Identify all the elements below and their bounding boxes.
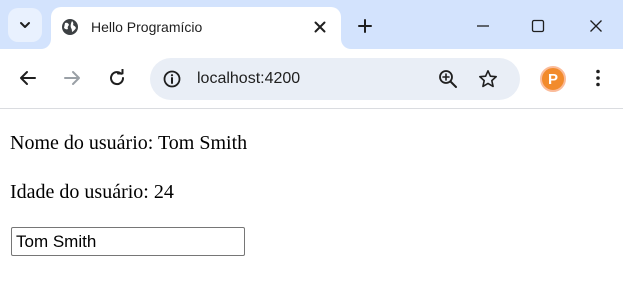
url-text[interactable]: localhost:4200 (197, 69, 300, 89)
minimize-button[interactable] (468, 11, 498, 41)
plus-icon (358, 19, 372, 33)
minimize-icon (477, 25, 489, 27)
close-tab-button[interactable] (309, 16, 331, 38)
close-icon (314, 21, 326, 33)
arrow-left-icon (20, 71, 36, 85)
globe-icon (62, 19, 78, 35)
zoom-in-icon (439, 70, 457, 88)
more-vert-icon (596, 69, 600, 87)
info-icon (163, 70, 181, 88)
maximize-icon (531, 19, 545, 33)
close-icon (590, 20, 602, 32)
page-content: Nome do usuário: Tom Smith Idade do usuá… (0, 109, 623, 302)
user-age-text: Idade do usuário: 24 (10, 181, 174, 203)
zoom-button[interactable] (436, 67, 460, 91)
reload-button[interactable] (103, 64, 131, 92)
chevron-down-icon (20, 22, 30, 28)
maximize-button[interactable] (523, 11, 553, 41)
tab-search-button[interactable] (8, 8, 42, 42)
back-button[interactable] (14, 64, 42, 92)
new-tab-button[interactable] (352, 13, 378, 39)
name-input[interactable] (11, 227, 245, 256)
profile-avatar[interactable]: P (540, 66, 566, 92)
arrow-right-icon (64, 71, 80, 85)
star-icon (479, 70, 497, 88)
close-window-button[interactable] (581, 11, 611, 41)
tab-strip: Hello Programício (0, 0, 623, 49)
site-info-button[interactable] (160, 67, 184, 91)
profile-initial: P (547, 70, 558, 88)
browser-toolbar: localhost:4200 (0, 49, 623, 108)
browser-menu-button[interactable] (584, 64, 612, 92)
address-bar[interactable]: localhost:4200 (150, 58, 520, 100)
forward-button[interactable] (58, 64, 86, 92)
user-name-text: Nome do usuário: Tom Smith (10, 132, 248, 154)
bookmark-button[interactable] (476, 67, 500, 91)
tab-active[interactable]: Hello Programício (51, 7, 341, 49)
reload-icon (110, 69, 125, 86)
tab-title: Hello Programício (91, 19, 203, 35)
